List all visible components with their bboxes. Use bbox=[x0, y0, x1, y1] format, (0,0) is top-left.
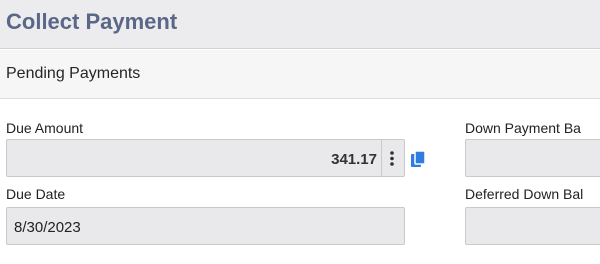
kebab-menu-icon[interactable] bbox=[381, 140, 404, 176]
deferred-down-balance-label: Deferred Down Bal bbox=[465, 186, 584, 202]
down-payment-balance-label: Down Payment Ba bbox=[465, 120, 581, 136]
due-amount-value: 341.17 bbox=[331, 151, 377, 168]
copy-icon[interactable] bbox=[410, 150, 426, 168]
due-date-field[interactable]: 8/30/2023 bbox=[6, 207, 405, 245]
section-header: Pending Payments bbox=[0, 50, 600, 99]
due-date-value: 8/30/2023 bbox=[14, 219, 81, 236]
page-title: Collect Payment bbox=[6, 9, 178, 34]
down-payment-balance-field[interactable] bbox=[465, 139, 600, 177]
due-amount-label: Due Amount bbox=[6, 120, 84, 136]
deferred-down-balance-field[interactable] bbox=[465, 207, 600, 245]
due-amount-field[interactable]: 341.17 bbox=[6, 139, 405, 177]
title-bar: Collect Payment bbox=[0, 0, 600, 49]
due-date-label: Due Date bbox=[6, 186, 66, 202]
section-title: Pending Payments bbox=[6, 65, 141, 82]
